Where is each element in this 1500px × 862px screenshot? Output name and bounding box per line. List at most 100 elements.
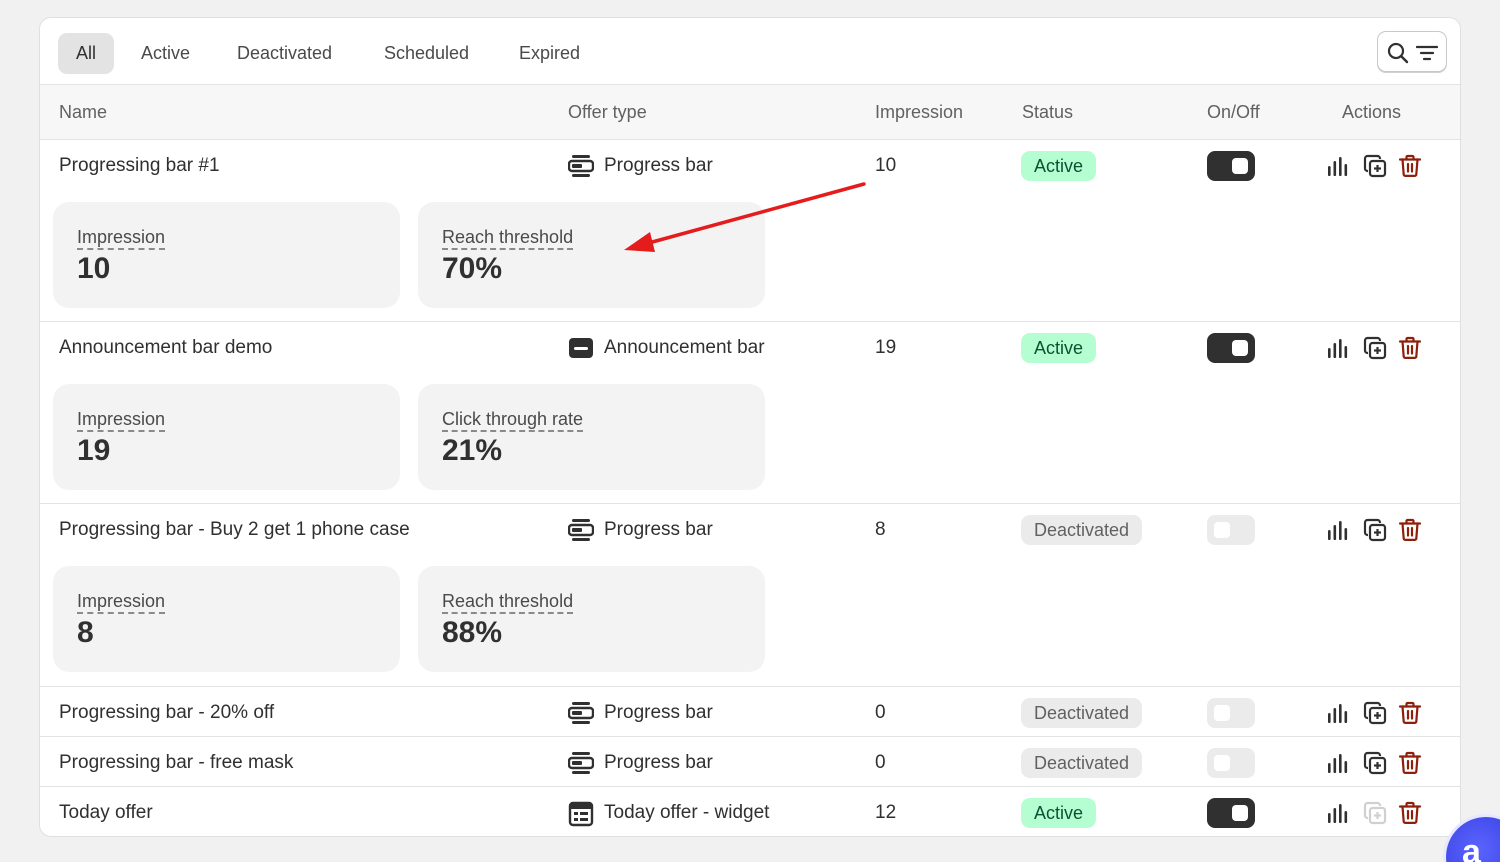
offer-type: Today offer - widget: [568, 801, 868, 827]
offer-name[interactable]: Progressing bar - Buy 2 get 1 phone case: [59, 518, 410, 542]
tab-expired[interactable]: Expired: [501, 33, 598, 74]
column-actions: Actions: [1342, 102, 1402, 122]
bar-chart-icon[interactable]: [1326, 336, 1350, 360]
metric-card: Click through rate 21%: [418, 384, 765, 490]
metric-value: 8: [77, 616, 94, 649]
offer-type-label: Progress bar: [604, 702, 713, 723]
metric-label[interactable]: Impression: [77, 408, 166, 432]
on-off-toggle[interactable]: [1207, 698, 1255, 728]
metric-card: Reach threshold 70%: [418, 202, 765, 308]
metric-label[interactable]: Impression: [77, 590, 166, 614]
metric-value: 10: [77, 252, 111, 285]
table-row[interactable]: Progressing bar - free mask Progress bar 0…: [40, 737, 1460, 787]
impression-count: 0: [875, 752, 886, 773]
offer-type-label: Announcement bar: [604, 337, 765, 358]
status-badge: Active: [1021, 333, 1097, 363]
toggle-knob: [1232, 805, 1248, 821]
offer-name[interactable]: Progressing bar - 20% off: [59, 701, 274, 725]
column-impression[interactable]: Impression: [875, 85, 963, 140]
column-onoff: On/Off: [1207, 102, 1260, 122]
impression-count: 8: [875, 519, 886, 540]
status-badge: Active: [1021, 151, 1097, 181]
impression-count: 12: [875, 802, 897, 823]
metric-label[interactable]: Reach threshold: [442, 226, 574, 250]
on-off-toggle[interactable]: [1207, 151, 1255, 181]
toggle-knob: [1232, 340, 1248, 356]
offer-type-label: Progress bar: [604, 519, 713, 540]
table-row[interactable]: Progressing bar #1 Progress bar 10 Active Im…: [40, 140, 1460, 322]
offer-type: Announcement bar: [568, 336, 868, 362]
on-off-toggle[interactable]: [1207, 515, 1255, 545]
table-header: Name Offer type Impression Status On/Off…: [40, 85, 1460, 140]
metric-label[interactable]: Impression: [77, 226, 166, 250]
tab-deactivated[interactable]: Deactivated: [219, 33, 350, 74]
toggle-knob: [1214, 755, 1230, 771]
offer-type-label: Progress bar: [604, 752, 713, 773]
metric-card: Impression 8: [53, 566, 400, 672]
table-row[interactable]: Announcement bar demo Announcement bar 19 A…: [40, 322, 1460, 504]
metric-card: Impression 19: [53, 384, 400, 490]
toggle-knob: [1214, 522, 1230, 538]
offer-type-label: Progress bar: [604, 155, 713, 176]
metric-card: Impression 10: [53, 202, 400, 308]
duplicate-icon[interactable]: [1363, 518, 1387, 542]
status-badge: Deactivated: [1021, 515, 1143, 545]
offer-type: Progress bar: [568, 518, 868, 544]
duplicate-icon: [1363, 801, 1387, 825]
offer-type: Progress bar: [568, 701, 868, 727]
column-name[interactable]: Name: [59, 85, 107, 140]
metric-value: 19: [77, 434, 111, 467]
metric-label[interactable]: Reach threshold: [442, 590, 574, 614]
filter-tabs: All Active Deactivated Scheduled Expired: [40, 18, 1460, 85]
column-status[interactable]: Status: [1022, 85, 1073, 140]
tab-scheduled[interactable]: Scheduled: [366, 33, 487, 74]
offer-name[interactable]: Progressing bar #1: [59, 154, 220, 178]
impression-count: 0: [875, 702, 886, 723]
trash-icon[interactable]: [1398, 701, 1422, 725]
on-off-toggle[interactable]: [1207, 333, 1255, 363]
table-row[interactable]: Progressing bar - 20% off Progress bar 0 De…: [40, 687, 1460, 737]
status-badge: Deactivated: [1021, 748, 1143, 778]
trash-icon[interactable]: [1398, 801, 1422, 825]
offer-name[interactable]: Today offer: [59, 801, 153, 825]
metric-value: 88%: [442, 616, 503, 649]
table-row[interactable]: Today offer Today offer - widget 12 Active: [40, 787, 1460, 836]
trash-icon[interactable]: [1398, 518, 1422, 542]
duplicate-icon[interactable]: [1363, 336, 1387, 360]
trash-icon[interactable]: [1398, 336, 1422, 360]
status-badge: Deactivated: [1021, 698, 1143, 728]
duplicate-icon[interactable]: [1363, 701, 1387, 725]
bar-chart-icon[interactable]: [1326, 154, 1350, 178]
on-off-toggle[interactable]: [1207, 798, 1255, 828]
chat-launcher-letter: a: [1462, 833, 1481, 862]
offer-name[interactable]: Announcement bar demo: [59, 336, 272, 360]
impression-count: 10: [875, 155, 897, 176]
toggle-knob: [1214, 705, 1230, 721]
bar-chart-icon[interactable]: [1326, 751, 1350, 775]
metric-value: 70%: [442, 252, 503, 285]
metric-value: 21%: [442, 434, 503, 467]
status-badge: Active: [1021, 798, 1097, 828]
offer-type: Progress bar: [568, 751, 868, 777]
trash-icon[interactable]: [1398, 154, 1422, 178]
on-off-toggle[interactable]: [1207, 748, 1255, 778]
bar-chart-icon[interactable]: [1326, 701, 1350, 725]
tab-all[interactable]: All: [58, 33, 115, 74]
bar-chart-icon[interactable]: [1326, 801, 1350, 825]
offer-type: Progress bar: [568, 154, 868, 180]
offers-card: All Active Deactivated Scheduled Expired…: [39, 17, 1461, 837]
offer-name[interactable]: Progressing bar - free mask: [59, 751, 293, 775]
trash-icon[interactable]: [1398, 751, 1422, 775]
tab-active[interactable]: Active: [123, 33, 208, 74]
bar-chart-icon[interactable]: [1326, 518, 1350, 542]
offer-type-label: Today offer - widget: [604, 802, 770, 823]
duplicate-icon[interactable]: [1363, 751, 1387, 775]
duplicate-icon[interactable]: [1363, 154, 1387, 178]
impression-count: 19: [875, 337, 897, 358]
table-row[interactable]: Progressing bar - Buy 2 get 1 phone case…: [40, 504, 1460, 687]
metric-card: Reach threshold 88%: [418, 566, 765, 672]
column-offer-type[interactable]: Offer type: [568, 85, 647, 140]
metric-label[interactable]: Click through rate: [442, 408, 584, 432]
filter-icon: [1416, 45, 1438, 61]
search-filter-button[interactable]: [1377, 31, 1447, 72]
